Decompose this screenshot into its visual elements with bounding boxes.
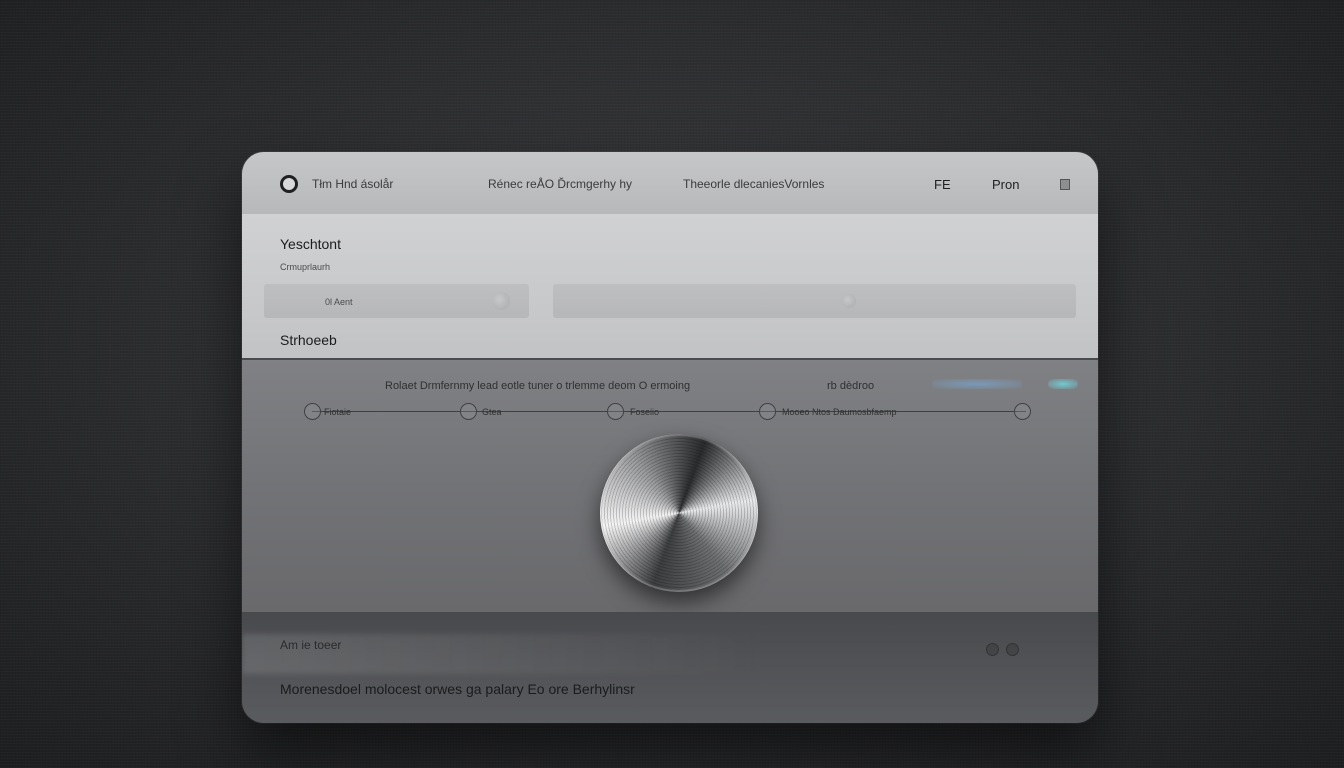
status-text: Morenesdoel molocest orwes ga palary Eo … [280, 681, 635, 697]
step-node-5[interactable] [1014, 403, 1031, 420]
fe-button[interactable]: FE [934, 177, 951, 192]
input-field-left[interactable]: 0l Aent [264, 284, 529, 318]
input-field-right[interactable] [553, 284, 1076, 318]
control-stage: Rolaet Drmfernmy lead eotle tuner o trle… [242, 360, 1098, 612]
field-right-dot-icon [842, 294, 856, 308]
nav-item-center[interactable]: Rénec reÅO Ďrcmgerhy hy [488, 177, 632, 191]
nav-item-right[interactable]: Theeorle dlecaniesVornles [683, 177, 824, 191]
stage-info-line: Rolaet Drmfernmy lead eotle tuner o trle… [385, 380, 691, 392]
indicator-dot-1-icon [986, 643, 999, 656]
step-node-3[interactable] [607, 403, 624, 420]
bottom-status-area: Am ie toeer Morenesdoel molocest orwes g… [242, 612, 1098, 723]
app-title: Tłm Hnd ásolår [312, 177, 394, 191]
top-bar: Tłm Hnd ásolår Rénec reÅO Ďrcmgerhy hy T… [242, 152, 1098, 215]
panel-subheading: Crmuprlaurh [280, 262, 331, 272]
record-ring-icon[interactable] [280, 175, 298, 193]
panel-heading: Yeschtont [280, 236, 341, 252]
step-label-3: Foseiio [630, 407, 660, 417]
step-label-1: Fiotaie [324, 407, 352, 417]
metal-dial-knob[interactable] [600, 434, 758, 592]
section-title: Strhoeeb [280, 332, 337, 348]
glow-indicator [932, 379, 1022, 389]
pron-button[interactable]: Pron [992, 177, 1019, 192]
blur-label: Am ie toeer [280, 638, 342, 652]
settings-panel: Yeschtont Crmuprlaurh 0l Aent Strhoeeb [242, 214, 1098, 360]
step-node-1[interactable] [304, 403, 321, 420]
step-track [312, 411, 1026, 412]
device-window: Tłm Hnd ásolår Rénec reÅO Ďrcmgerhy hy T… [242, 152, 1098, 723]
indicator-dot-2-icon [1006, 643, 1019, 656]
step-label-2: Gtea [482, 407, 502, 417]
step-node-2[interactable] [460, 403, 477, 420]
window-square-icon[interactable] [1060, 179, 1070, 190]
stage-info-tail: rb dèdroo [827, 380, 875, 392]
step-label-4: Mooeo Ntos Daumosbfaemp [782, 407, 897, 417]
glow-indicator-cyan [1048, 379, 1078, 389]
field-left-text: 0l Aent [325, 297, 353, 307]
field-left-dot-icon [492, 292, 510, 310]
step-node-4[interactable] [759, 403, 776, 420]
